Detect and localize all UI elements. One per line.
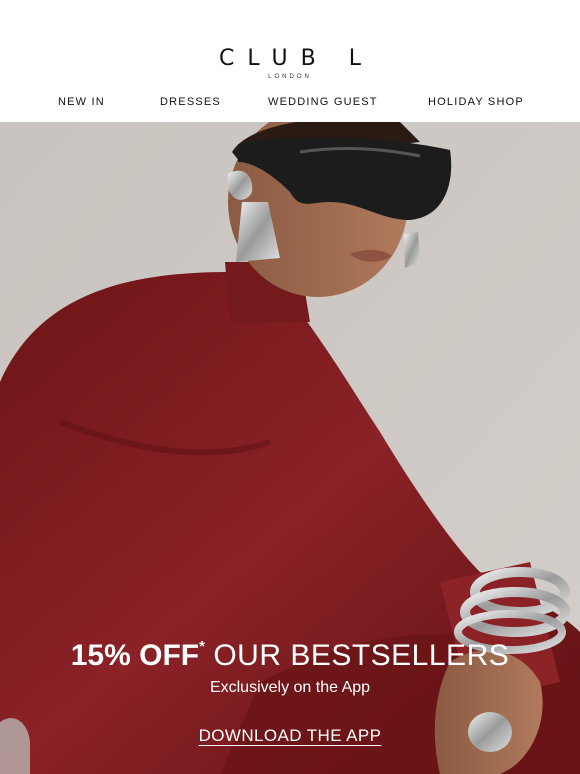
nav-bar: NEW IN DRESSES WEDDING GUEST HOLIDAY SHO… (0, 96, 580, 112)
download-app-link[interactable]: DOWNLOAD THE APP (199, 726, 382, 745)
brand-name: CLUB L (219, 46, 374, 71)
nav-item-new-in[interactable]: NEW IN (58, 96, 105, 108)
email-header: CLUB L LONDON NEW IN DRESSES WEDDING GUE… (0, 0, 580, 122)
headline-discount: 15% OFF (70, 639, 200, 672)
hero-banner[interactable]: 15% OFF* OUR BESTSELLERS Exclusively on … (0, 122, 580, 774)
hero-image (0, 122, 580, 774)
hero-headline: 15% OFF* OUR BESTSELLERS (0, 638, 580, 673)
hero-subhead: Exclusively on the App (209, 679, 371, 696)
hero-cta: DOWNLOAD THE APP (0, 726, 580, 746)
brand-sub: LONDON (268, 74, 312, 80)
earring-right (404, 232, 420, 268)
nav-item-dresses[interactable]: DRESSES (160, 96, 221, 108)
nav-item-holiday-shop[interactable]: HOLIDAY SHOP (428, 96, 524, 108)
headline-bestsellers: OUR BESTSELLERS (213, 639, 510, 672)
brand-logo[interactable]: CLUB L LONDON (0, 46, 580, 80)
headline-asterisk: * (199, 638, 205, 655)
nav-item-wedding-guest[interactable]: WEDDING GUEST (268, 96, 378, 108)
